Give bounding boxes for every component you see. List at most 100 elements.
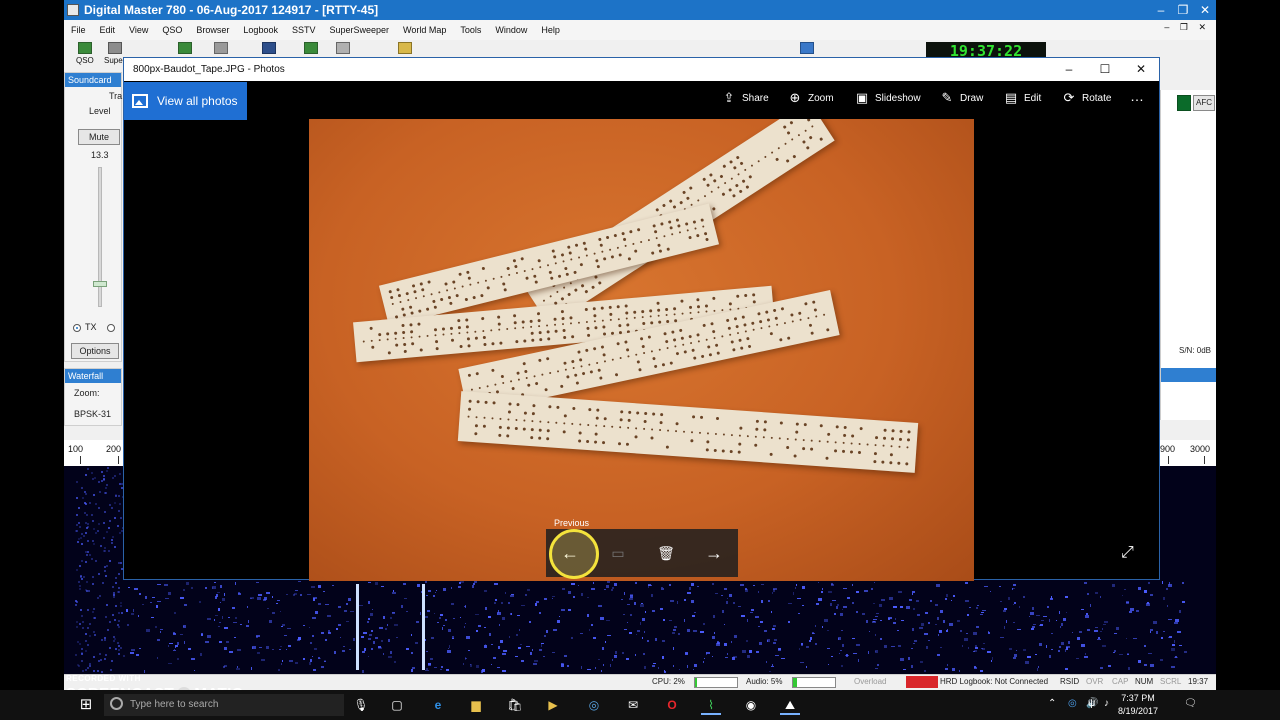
waterfall-pixel — [118, 626, 121, 629]
tape-punch-hole — [515, 271, 519, 275]
waterfall-pixel — [510, 594, 514, 596]
edit-button[interactable]: ▤ Edit — [1003, 90, 1041, 106]
view-all-photos-button[interactable]: View all photos — [124, 82, 247, 120]
menu-window[interactable]: Window — [488, 25, 534, 35]
waterfall-pixel — [93, 476, 96, 479]
media-player-icon[interactable]: ▶ — [543, 695, 563, 715]
photos-window-controls: – ☐ ✕ — [1051, 58, 1159, 81]
waterfall-pixel — [80, 543, 83, 546]
tape-punch-hole — [744, 330, 748, 333]
network-sync-icon[interactable]: ◎ — [1068, 698, 1077, 709]
menu-view[interactable]: View — [122, 25, 155, 35]
waterfall-pixel — [466, 636, 470, 640]
hrd-logbook-status[interactable]: HRD Logbook: Not Connected — [940, 677, 1048, 686]
dm-titlebar[interactable]: Digital Master 780 - 06-Aug-2017 124917 … — [64, 0, 1216, 20]
opera-browser-icon[interactable]: O — [662, 695, 682, 715]
close-icon[interactable]: ✕ — [1123, 58, 1159, 81]
tape-punch-hole — [568, 251, 573, 256]
waterfall-pixel — [686, 665, 688, 669]
soundcard-tab[interactable]: Tra — [109, 91, 122, 101]
afc-button[interactable]: AFC — [1193, 95, 1215, 111]
tape-punch-hole — [553, 317, 557, 321]
draw-button[interactable]: ✎ Draw — [939, 90, 984, 106]
speaker-icon[interactable]: ♪ — [1104, 698, 1109, 709]
restore-icon[interactable]: ❐ — [1172, 0, 1194, 20]
store-icon[interactable]: 🛍 — [505, 695, 525, 715]
minimize-icon[interactable]: – — [1051, 58, 1087, 81]
mdi-controls[interactable]: – ❐ ✕ — [1164, 22, 1210, 33]
minimize-icon[interactable]: – — [1150, 0, 1172, 20]
waterfall-pixel — [876, 664, 880, 666]
sync-app-icon[interactable]: ◎ — [584, 695, 604, 715]
windows-start-icon[interactable]: ⊞ — [76, 695, 96, 715]
waterfall-pixel — [1032, 607, 1034, 610]
digital-master-task-icon[interactable]: ⌇ — [701, 695, 721, 715]
toolbar-icon-button[interactable] — [800, 42, 814, 56]
more-options-icon[interactable]: … — [1130, 88, 1144, 104]
rotate-button[interactable]: ⟳ Rotate — [1061, 90, 1112, 106]
toolbar-icon-button[interactable] — [178, 42, 192, 56]
waterfall-pixel — [173, 632, 176, 634]
waterfall-pixel — [110, 542, 113, 545]
zoom-button[interactable]: ⊕ Zoom — [787, 90, 834, 106]
slideshow-button[interactable]: ▣ Slideshow — [854, 90, 921, 106]
photos-task-icon[interactable]: ⛰ — [780, 695, 800, 715]
taskbar-search-box[interactable]: Type here to search — [104, 694, 344, 716]
waterfall-pixel — [969, 606, 971, 608]
tape-punch-hole — [616, 246, 620, 250]
close-icon[interactable]: ✕ — [1194, 0, 1216, 20]
tape-punch-hole — [803, 423, 807, 427]
waterfall-pixel — [76, 568, 79, 571]
photos-titlebar[interactable]: 800px-Baudot_Tape.JPG - Photos – ☐ ✕ — [124, 58, 1159, 81]
toolbar-icon-button[interactable] — [398, 42, 412, 56]
mail-icon[interactable]: ✉ — [623, 695, 643, 715]
slideshow-label: Slideshow — [875, 92, 921, 104]
menu-supersweeper[interactable]: SuperSweeper — [322, 25, 396, 35]
file-explorer-icon[interactable]: ▆ — [466, 695, 486, 715]
rsid-indicator[interactable]: RSID — [1060, 677, 1079, 686]
waterfall-pixel — [266, 591, 270, 595]
level-slider-thumb[interactable] — [93, 281, 107, 287]
tape-punch-hole — [509, 380, 513, 383]
comment-icon[interactable]: ▭ — [594, 529, 642, 577]
waterfall-pixel — [945, 668, 949, 671]
waterfall-pixel — [508, 636, 510, 639]
menu-sstv[interactable]: SSTV — [285, 25, 323, 35]
menu-edit[interactable]: Edit — [93, 25, 123, 35]
task-view-icon[interactable]: ▢ — [387, 695, 407, 715]
tray-overflow-icon[interactable]: ⌃ — [1048, 698, 1056, 709]
microphone-icon[interactable]: 🎙 — [351, 695, 371, 715]
waterfall-pixel — [167, 592, 171, 595]
menu-tools[interactable]: Tools — [453, 25, 488, 35]
waterfall-pixel — [893, 621, 896, 624]
toolbar-icon-button[interactable] — [336, 42, 350, 56]
toolbar-icon-button[interactable] — [262, 42, 276, 56]
toolbar-icon-button[interactable] — [214, 42, 228, 56]
recorder-task-icon[interactable]: ◉ — [741, 695, 761, 715]
menu-browser[interactable]: Browser — [189, 25, 236, 35]
share-button[interactable]: ⇪ Share — [721, 90, 769, 106]
edge-browser-icon[interactable]: e — [428, 695, 448, 715]
menu-file[interactable]: File — [64, 25, 93, 35]
notifications-icon[interactable]: 🗨 — [1184, 698, 1197, 709]
mute-button[interactable]: Mute — [78, 129, 120, 145]
tape-punch-hole — [578, 431, 582, 435]
photo-baudot-tape[interactable] — [309, 119, 974, 581]
menu-help[interactable]: Help — [534, 25, 567, 35]
previous-button[interactable]: ← — [546, 529, 594, 577]
toolbar-qso-button[interactable]: QSO — [76, 42, 94, 65]
tape-punch-hole — [682, 343, 685, 346]
tx-radio[interactable] — [73, 324, 81, 332]
delete-button[interactable]: 🗑 — [642, 529, 690, 577]
next-button[interactable]: → — [690, 529, 738, 577]
second-radio[interactable] — [107, 324, 115, 332]
toolbar-icon-button[interactable] — [304, 42, 318, 56]
taskbar-clock[interactable]: 7:37 PM 8/19/2017 — [1118, 692, 1158, 718]
menu-qso[interactable]: QSO — [155, 25, 189, 35]
wifi-icon[interactable]: ψ — [1088, 698, 1095, 709]
fullscreen-button[interactable]: ⤢ — [1121, 544, 1134, 562]
maximize-icon[interactable]: ☐ — [1087, 58, 1123, 81]
menu-world-map[interactable]: World Map — [396, 25, 453, 35]
options-button[interactable]: Options — [71, 343, 119, 359]
menu-logbook[interactable]: Logbook — [236, 25, 285, 35]
